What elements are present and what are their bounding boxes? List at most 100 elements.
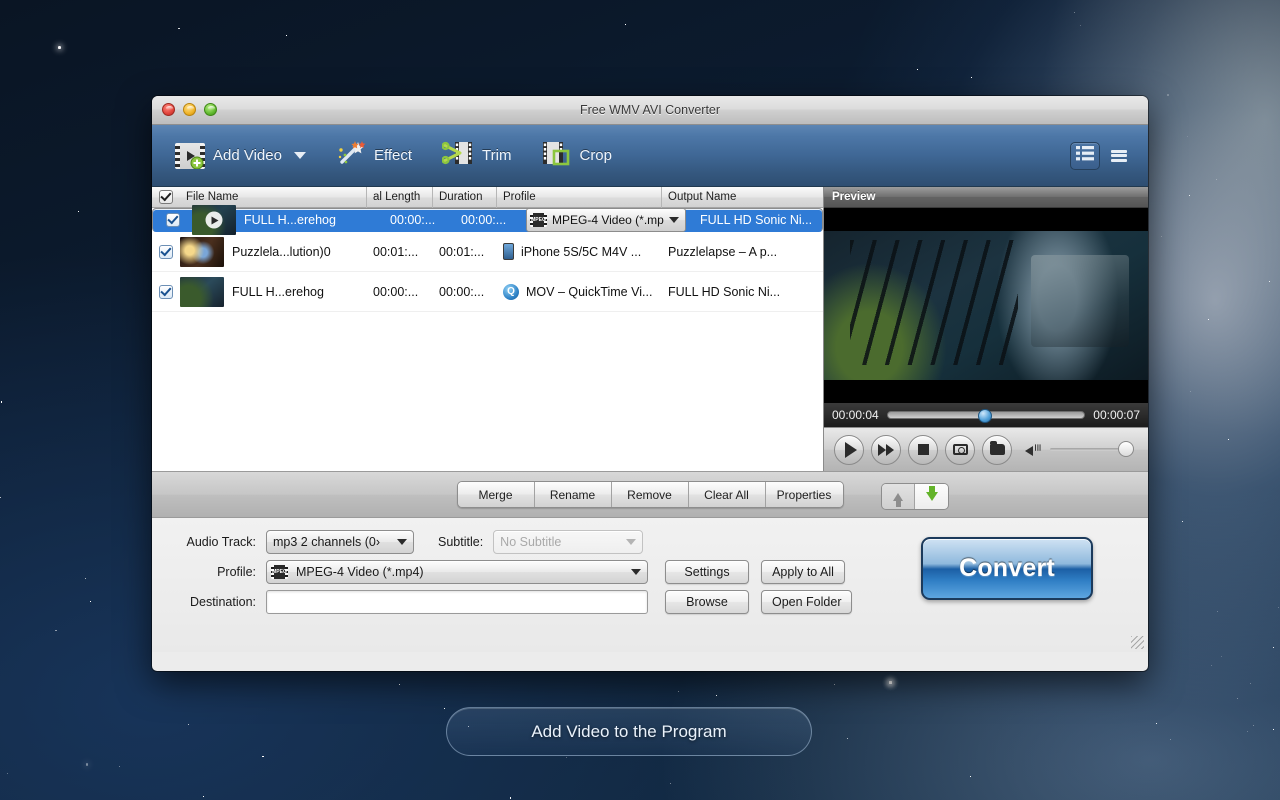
application-window: Free WMV AVI Converter Add Video Effect … <box>152 96 1148 671</box>
chevron-down-icon[interactable] <box>626 539 637 545</box>
list-view-icon[interactable] <box>1104 142 1134 170</box>
select-all-checkbox[interactable] <box>152 187 180 208</box>
row-profile-cell[interactable]: Q MOV – QuickTime Vi... <box>497 283 662 300</box>
preview-total-time: 00:00:07 <box>1093 408 1140 422</box>
snapshot-button[interactable] <box>945 434 975 465</box>
audio-track-select[interactable]: mp3 2 channels (0› <box>266 530 414 554</box>
settings-button[interactable]: Settings <box>665 560 749 584</box>
column-header-duration[interactable]: Duration <box>433 186 497 208</box>
desktop-background: Free WMV AVI Converter Add Video Effect … <box>0 0 1280 800</box>
quicktime-icon: Q <box>503 283 519 300</box>
chevron-down-icon[interactable] <box>631 569 641 575</box>
row-file-name: FULL H...erehog <box>244 213 336 227</box>
add-video-to-program-button[interactable]: Add Video to the Program <box>446 707 812 756</box>
stone-detail <box>1031 254 1129 348</box>
move-buttons-group <box>881 483 949 510</box>
row-file-name-cell: Puzzlela...lution)0 <box>180 236 367 267</box>
video-thumbnail <box>180 276 224 307</box>
row-duration: 00:00:... <box>461 213 507 227</box>
stop-icon <box>917 444 929 455</box>
preview-seek-bar: 00:00:04 00:00:07 <box>824 402 1148 427</box>
table-row[interactable]: FULL H...erehog 00:00:... 00:00:... MPEG… <box>152 205 823 235</box>
add-video-to-program-label: Add Video to the Program <box>531 721 727 741</box>
profile-select[interactable]: MPEG MPEG-4 Video (*.mp4) <box>266 560 648 584</box>
play-icon <box>844 441 857 458</box>
remove-button[interactable]: Remove <box>611 482 689 507</box>
chevron-down-icon[interactable] <box>397 539 407 545</box>
table-row[interactable]: FULL H...erehog 00:00:... 00:00:... Q MO… <box>152 272 823 312</box>
fast-forward-button[interactable] <box>871 434 901 465</box>
window-title: Free WMV AVI Converter <box>579 103 721 117</box>
subtitle-value: No Subtitle <box>500 535 562 549</box>
window-titlebar[interactable]: Free WMV AVI Converter <box>152 96 1148 125</box>
convert-button[interactable]: Convert <box>921 537 1093 600</box>
crop-label: Crop <box>579 147 612 164</box>
row-checkbox[interactable] <box>152 284 180 299</box>
column-header-profile[interactable]: Profile <box>497 186 662 208</box>
move-up-button[interactable] <box>882 484 915 509</box>
open-folder-button-settings[interactable]: Open Folder <box>761 590 853 614</box>
crop-button[interactable]: Crop <box>532 134 621 178</box>
settings-panel: Audio Track: mp3 2 channels (0› Subtitle… <box>152 518 1148 652</box>
row-checkbox[interactable] <box>152 244 180 259</box>
play-button[interactable] <box>834 434 864 465</box>
rename-button[interactable]: Rename <box>534 482 612 507</box>
row-profile-cell[interactable]: MPEG MPEG-4 Video (*.mp <box>524 208 689 232</box>
merge-button[interactable]: Merge <box>457 482 535 507</box>
audio-track-label: Audio Track: <box>186 535 256 549</box>
seek-handle[interactable] <box>978 409 993 423</box>
clear-all-button[interactable]: Clear All <box>688 482 766 507</box>
fast-forward-icon <box>878 443 894 456</box>
volume-handle[interactable] <box>1118 441 1134 457</box>
row-profile-dropdown[interactable]: MPEG MPEG-4 Video (*.mp <box>526 208 686 232</box>
gate-detail <box>849 239 1019 366</box>
subtitle-select[interactable]: No Subtitle <box>493 530 644 554</box>
preview-title: Preview <box>824 187 1148 208</box>
effect-button[interactable]: Effect <box>327 134 421 178</box>
preview-video-surface[interactable] <box>824 208 1148 402</box>
row-file-name-cell: FULL H...erehog <box>192 205 379 235</box>
open-folder-button[interactable] <box>982 434 1012 465</box>
camera-icon <box>952 444 968 455</box>
mpeg-film-icon: MPEG <box>271 565 288 579</box>
row-file-name-cell: FULL H...erehog <box>180 276 367 307</box>
play-overlay-icon <box>205 211 223 229</box>
preview-pane: Preview 00:00:04 00:00:07 <box>824 187 1148 471</box>
detail-view-icon[interactable] <box>1070 141 1100 170</box>
row-output-name: FULL HD Sonic Ni... <box>668 284 781 299</box>
list-action-bar: Merge Rename Remove Clear All Properties <box>152 471 1148 518</box>
profile-value: MPEG-4 Video (*.mp4) <box>296 565 424 579</box>
seek-slider[interactable] <box>886 409 1086 423</box>
volume-slider[interactable] <box>1050 441 1134 457</box>
chevron-down-icon[interactable] <box>668 217 679 223</box>
file-list-pane: File Name al Length Duration Profile Out… <box>152 186 824 471</box>
preview-frame-image <box>824 231 1148 380</box>
move-down-button[interactable] <box>915 484 948 509</box>
view-mode-toggle <box>1070 141 1134 170</box>
row-checkbox[interactable] <box>159 213 187 227</box>
main-toolbar: Add Video Effect Trim Crop <box>152 125 1148 187</box>
stop-button[interactable] <box>908 434 938 465</box>
destination-input[interactable] <box>266 590 648 614</box>
row-profile-cell[interactable]: iPhone 5S/5C M4V ... <box>497 243 662 260</box>
browse-button[interactable]: Browse <box>665 590 749 614</box>
row-profile-value: iPhone 5S/5C M4V ... <box>521 244 642 259</box>
effect-label: Effect <box>373 147 413 164</box>
row-profile-value: MOV – QuickTime Vi... <box>526 284 653 299</box>
trim-scissors-icon <box>441 140 474 171</box>
preview-current-time: 00:00:04 <box>832 408 879 422</box>
table-row[interactable]: Puzzlela...lution)0 00:01:... 00:01:... … <box>152 232 823 272</box>
video-thumbnail <box>192 205 236 235</box>
row-duration: 00:01:... <box>439 244 485 259</box>
apply-to-all-button[interactable]: Apply to All <box>761 560 845 584</box>
video-thumbnail <box>180 236 224 267</box>
crop-icon <box>541 140 571 171</box>
iphone-icon <box>503 243 514 260</box>
chevron-down-icon[interactable] <box>293 152 306 159</box>
column-header-output-name[interactable]: Output Name <box>662 187 823 208</box>
window-resize-grip[interactable] <box>1131 636 1144 649</box>
trim-button[interactable]: Trim <box>433 134 520 178</box>
properties-button[interactable]: Properties <box>765 482 843 507</box>
speaker-icon <box>1025 443 1039 457</box>
add-video-button[interactable]: Add Video <box>166 134 315 178</box>
